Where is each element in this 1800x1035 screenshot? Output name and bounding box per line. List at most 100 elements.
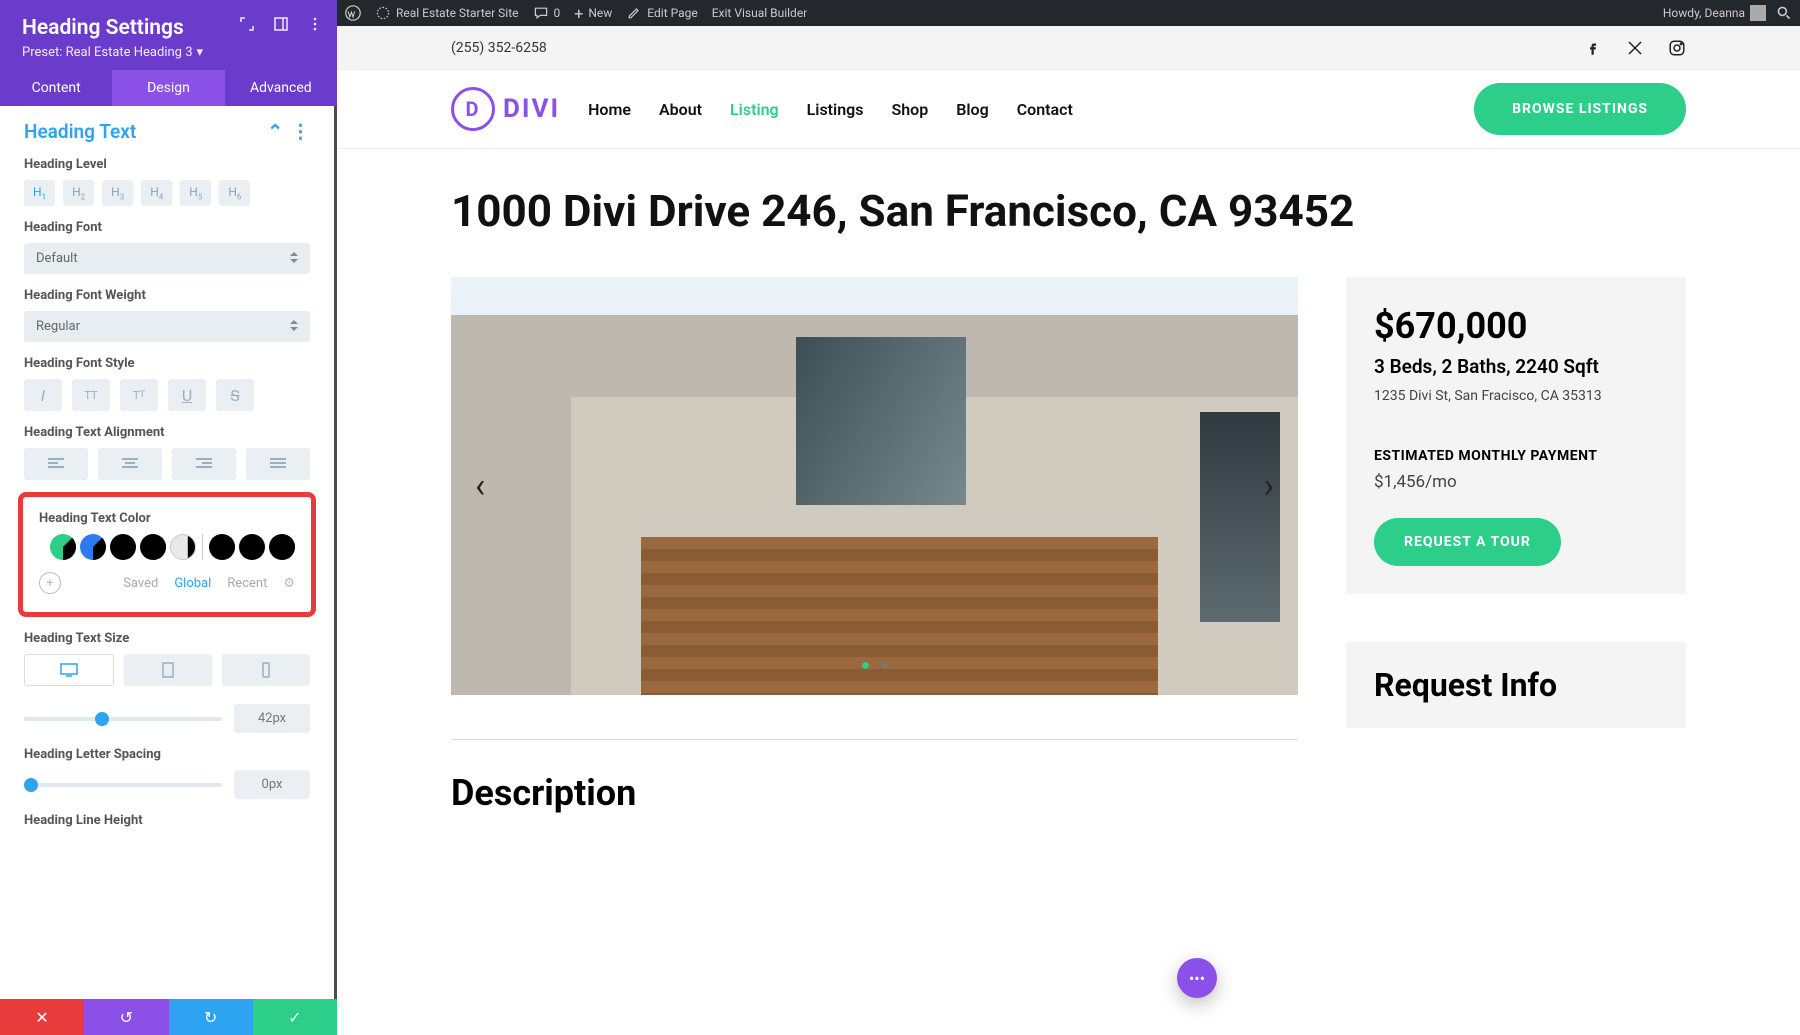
settings-panel: Heading Settings Preset: Real Estate Hea… — [0, 0, 337, 1035]
device-phone[interactable] — [222, 654, 310, 686]
carousel-dot-2[interactable] — [881, 662, 888, 669]
color-swatch-2[interactable] — [110, 534, 136, 560]
preset-label: Preset: Real Estate Heading 3 — [22, 45, 193, 60]
main-nav: Home About Listing Listings Shop Blog Contact — [588, 100, 1073, 119]
color-swatch-3[interactable] — [140, 534, 166, 560]
align-justify[interactable] — [246, 448, 310, 480]
color-tab-global[interactable]: Global — [174, 576, 211, 591]
color-swatch-6[interactable] — [239, 534, 265, 560]
align-left[interactable] — [24, 448, 88, 480]
color-swatch-7[interactable] — [269, 534, 295, 560]
style-strikethrough[interactable]: S — [216, 379, 254, 411]
phone-number: (255) 352-6258 — [451, 40, 547, 56]
carousel-dot-1[interactable] — [862, 662, 869, 669]
size-slider[interactable] — [24, 717, 222, 721]
label-heading-level: Heading Level — [24, 157, 310, 172]
browse-listings-button[interactable]: BROWSE LISTINGS — [1474, 83, 1686, 135]
align-center[interactable] — [98, 448, 162, 480]
nav-home[interactable]: Home — [588, 100, 631, 119]
heading-level-h1[interactable]: H1 — [24, 180, 55, 206]
howdy-link[interactable]: Howdy, Deanna — [1663, 5, 1766, 21]
panel-body: Heading Text ⌃⋮ Heading Level H1 H2 H3 H… — [0, 106, 337, 1035]
heading-level-h5[interactable]: H5 — [180, 180, 211, 206]
nav-listings[interactable]: Listings — [807, 100, 864, 119]
tab-content[interactable]: Content — [0, 70, 112, 106]
chevron-up-icon[interactable]: ⌃ — [267, 120, 283, 143]
comments-count: 0 — [554, 6, 561, 20]
device-desktop[interactable] — [24, 654, 114, 686]
exit-visual-builder[interactable]: Exit Visual Builder — [712, 6, 808, 20]
color-tab-saved[interactable]: Saved — [123, 576, 158, 591]
facebook-icon[interactable] — [1584, 39, 1602, 57]
listing-sidebar: $670,000 3 Beds, 2 Baths, 2240 Sqft 1235… — [1346, 277, 1686, 594]
x-twitter-icon[interactable] — [1626, 39, 1644, 57]
color-swatch-0[interactable] — [50, 534, 76, 560]
edit-page-text: Edit Page — [647, 6, 697, 20]
cancel-button[interactable]: ✕ — [0, 999, 84, 1035]
eyedropper-icon[interactable] — [39, 535, 40, 559]
comments-link[interactable]: 0 — [533, 5, 561, 21]
dock-icon[interactable] — [273, 16, 289, 32]
add-color-button[interactable]: + — [39, 572, 61, 594]
color-settings-gear-icon[interactable]: ⚙ — [283, 576, 295, 591]
color-swatch-1[interactable] — [80, 534, 106, 560]
redo-button[interactable]: ↻ — [169, 999, 253, 1035]
group-kebab-icon[interactable]: ⋮ — [291, 120, 310, 143]
nav-about[interactable]: About — [659, 100, 702, 119]
wp-admin-bar: Real Estate Starter Site 0 +New Edit Pag… — [337, 0, 1800, 26]
kebab-menu-icon[interactable] — [307, 16, 323, 32]
instagram-icon[interactable] — [1668, 39, 1686, 57]
heading-level-h2[interactable]: H2 — [63, 180, 94, 206]
heading-level-h3[interactable]: H3 — [102, 180, 133, 206]
new-link[interactable]: +New — [574, 4, 612, 23]
size-value[interactable]: 42px — [234, 704, 310, 733]
style-underline[interactable]: U — [168, 379, 206, 411]
panel-header: Heading Settings Preset: Real Estate Hea… — [0, 0, 337, 70]
preset-dropdown[interactable]: Preset: Real Estate Heading 3 ▾ — [22, 45, 203, 60]
admin-search-icon[interactable] — [1776, 5, 1792, 21]
style-italic[interactable]: I — [24, 379, 62, 411]
wp-logo[interactable] — [345, 5, 361, 21]
label-heading-spacing: Heading Letter Spacing — [24, 747, 310, 762]
nav-contact[interactable]: Contact — [1017, 100, 1073, 119]
label-heading-color: Heading Text Color — [39, 511, 295, 526]
tab-design[interactable]: Design — [112, 70, 224, 106]
nav-shop[interactable]: Shop — [891, 100, 928, 119]
logo[interactable]: DDIVI — [451, 87, 560, 131]
heading-font-select[interactable]: Default — [24, 243, 310, 274]
device-tablet[interactable] — [124, 654, 212, 686]
color-tabs: + Saved Global Recent ⚙ — [39, 572, 295, 594]
style-smallcaps[interactable]: TT — [120, 379, 158, 411]
undo-button[interactable]: ↺ — [84, 999, 168, 1035]
label-heading-size: Heading Text Size — [24, 631, 310, 646]
request-tour-button[interactable]: REQUEST A TOUR — [1374, 518, 1561, 566]
spacing-slider[interactable] — [24, 783, 222, 787]
new-text: New — [588, 6, 612, 20]
edit-page-link[interactable]: Edit Page — [626, 5, 697, 21]
nav-listing[interactable]: Listing — [730, 100, 779, 119]
site-name-text: Real Estate Starter Site — [396, 6, 519, 20]
image-carousel: ‹ › — [451, 277, 1298, 695]
group-heading-text[interactable]: Heading Text ⌃⋮ — [24, 120, 310, 143]
color-tab-recent[interactable]: Recent — [227, 576, 267, 591]
align-right[interactable] — [172, 448, 236, 480]
exit-text: Exit Visual Builder — [712, 6, 808, 20]
listing-image — [451, 277, 1298, 695]
style-uppercase[interactable]: TT — [72, 379, 110, 411]
heading-level-h4[interactable]: H4 — [141, 180, 172, 206]
tab-advanced[interactable]: Advanced — [225, 70, 337, 106]
expand-icon[interactable] — [239, 16, 255, 32]
spacing-value[interactable]: 0px — [234, 770, 310, 799]
color-swatch-4[interactable] — [170, 534, 196, 560]
heading-level-row: H1 H2 H3 H4 H5 H6 — [24, 180, 310, 206]
site-name-link[interactable]: Real Estate Starter Site — [375, 5, 519, 21]
heading-weight-select[interactable]: Regular — [24, 311, 310, 342]
floating-action-button[interactable]: ••• — [1177, 958, 1217, 998]
save-button[interactable]: ✓ — [253, 999, 337, 1035]
color-swatch-5[interactable] — [209, 534, 235, 560]
heading-level-h6[interactable]: H6 — [219, 180, 250, 206]
carousel-prev[interactable]: ‹ — [475, 466, 485, 506]
page-preview: (255) 352-6258 DDIVI Home About Listing Lis… — [337, 26, 1800, 1035]
carousel-next[interactable]: › — [1264, 466, 1274, 506]
nav-blog[interactable]: Blog — [956, 100, 988, 119]
